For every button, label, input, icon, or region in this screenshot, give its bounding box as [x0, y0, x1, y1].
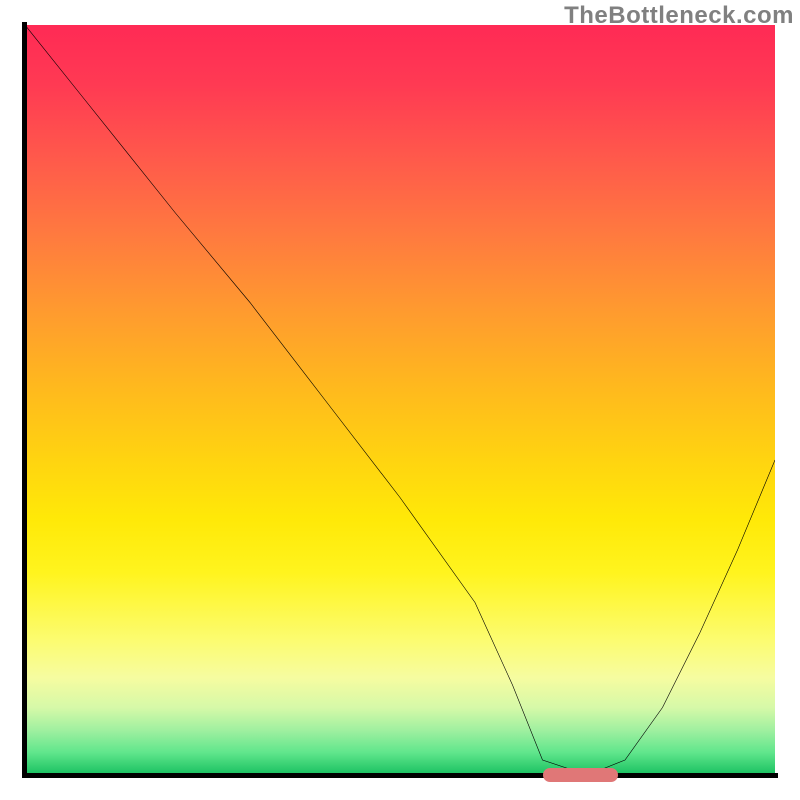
chart-container: TheBottleneck.com	[0, 0, 800, 800]
optimal-range-marker	[543, 768, 618, 782]
gradient-background	[25, 25, 775, 775]
plot-area	[25, 25, 775, 775]
watermark-text: TheBottleneck.com	[564, 2, 794, 30]
